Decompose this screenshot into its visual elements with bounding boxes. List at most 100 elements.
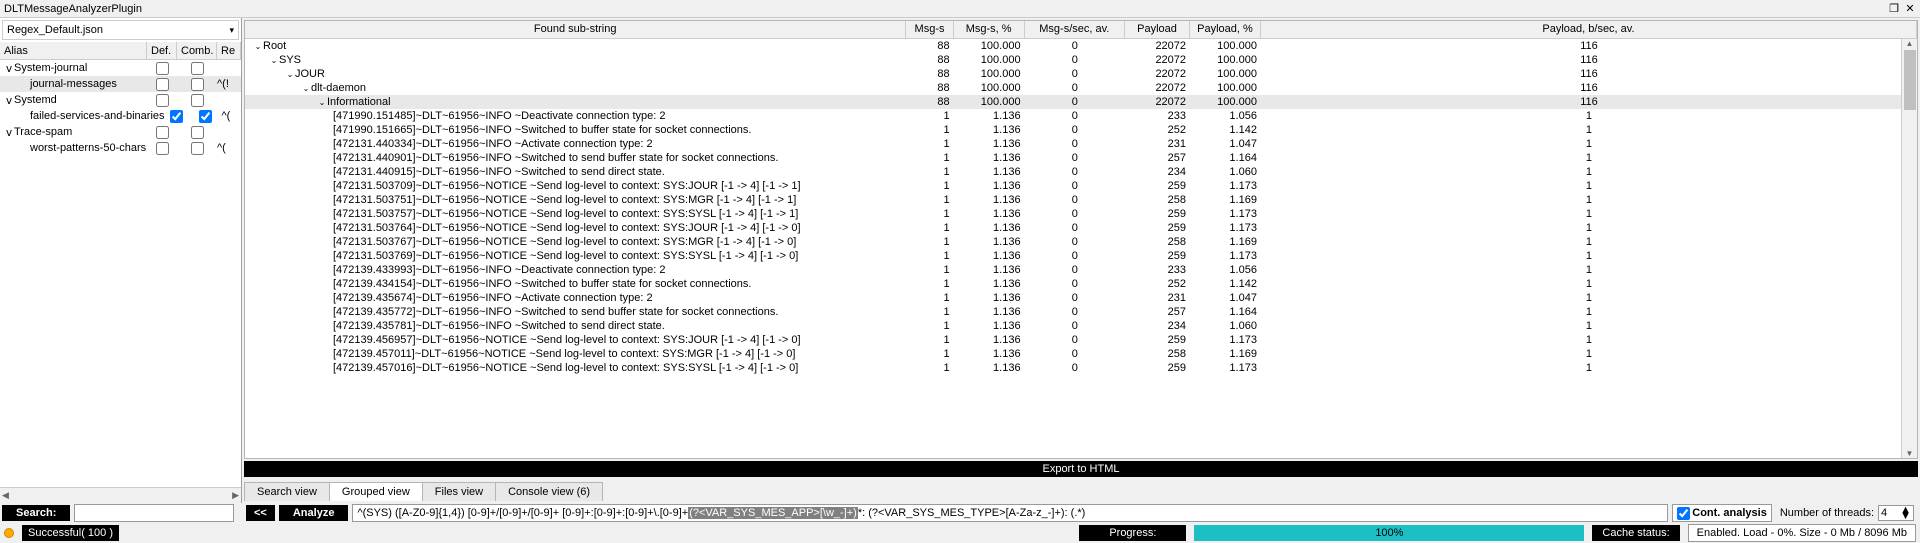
col-alias[interactable]: Alias (0, 42, 147, 59)
result-row[interactable]: ⌄SYS88100.000022072100.000116 (245, 53, 1917, 67)
result-row[interactable]: [472131.503764]~DLT~61956~NOTICE ~Send l… (245, 221, 1917, 235)
result-row[interactable]: ⌄Informational88100.000022072100.000116 (245, 95, 1917, 109)
result-row[interactable]: [472139.435781]~DLT~61956~INFO ~Switched… (245, 319, 1917, 333)
cell: 0 (1025, 39, 1125, 53)
regex-file-combo[interactable]: Regex_Default.json ▾ (2, 20, 239, 40)
comb-checkbox[interactable] (191, 142, 204, 155)
spinner-icon[interactable]: ▲▼ (1900, 507, 1911, 519)
row-toggle-icon[interactable]: ⌄ (301, 84, 311, 93)
hdr-pl[interactable]: Payload (1125, 21, 1190, 39)
tab-files-view[interactable]: Files view (422, 482, 496, 501)
col-re[interactable]: Re (217, 42, 241, 59)
cell: 1.056 (1190, 263, 1261, 277)
sub-string: [472131.503769]~DLT~61956~NOTICE ~Send l… (333, 250, 798, 262)
cell: 0 (1025, 291, 1125, 305)
row-toggle-icon[interactable]: ⌄ (285, 70, 295, 79)
cell: 1 (1261, 193, 1917, 207)
cell: 1 (906, 109, 953, 123)
cont-analysis-toggle[interactable]: Cont. analysis (1672, 504, 1772, 522)
tree-toggle-icon[interactable]: v (4, 94, 14, 107)
hdr-plp[interactable]: Payload, % (1190, 21, 1261, 39)
cell: 1 (906, 319, 953, 333)
result-grid[interactable]: Found sub-string Msg-s Msg-s, % Msg-s/se… (244, 20, 1918, 459)
cont-analysis-checkbox[interactable] (1677, 507, 1690, 520)
result-row[interactable]: [472139.456957]~DLT~61956~NOTICE ~Send l… (245, 333, 1917, 347)
cell: 259 (1125, 333, 1190, 347)
result-row[interactable]: [472131.503767]~DLT~61956~NOTICE ~Send l… (245, 235, 1917, 249)
alias-row[interactable]: worst-patterns-50-chars^( (0, 140, 241, 156)
result-row[interactable]: [471990.151665]~DLT~61956~INFO ~Switched… (245, 123, 1917, 137)
comb-checkbox[interactable] (191, 94, 204, 107)
back-button[interactable]: << (246, 505, 275, 521)
result-row[interactable]: [472139.435772]~DLT~61956~INFO ~Switched… (245, 305, 1917, 319)
result-row[interactable]: [472131.503709]~DLT~61956~NOTICE ~Send l… (245, 179, 1917, 193)
def-checkbox[interactable] (156, 126, 169, 139)
tab-grouped-view[interactable]: Grouped view (329, 482, 423, 501)
result-row[interactable]: [472131.440915]~DLT~61956~INFO ~Switched… (245, 165, 1917, 179)
alias-row[interactable]: vSystem-journal (0, 60, 241, 76)
result-row[interactable]: ⌄JOUR88100.000022072100.000116 (245, 67, 1917, 81)
alias-label: System-journal (14, 62, 87, 74)
restore-icon[interactable]: ❐ (1888, 2, 1900, 15)
result-row[interactable]: [472131.440334]~DLT~61956~INFO ~Activate… (245, 137, 1917, 151)
search-input[interactable] (74, 504, 234, 522)
comb-checkbox[interactable] (199, 110, 212, 123)
alias-row[interactable]: journal-messages^(! (0, 76, 241, 92)
close-icon[interactable]: ✕ (1904, 2, 1916, 15)
alias-row[interactable]: vSystemd (0, 92, 241, 108)
hscrollbar[interactable]: ◀▶ (0, 487, 241, 503)
col-def[interactable]: Def. (147, 42, 177, 59)
tree-toggle-icon[interactable]: v (4, 62, 14, 75)
vscrollbar[interactable]: ▲▼ (1901, 39, 1917, 458)
result-row[interactable]: [471990.151485]~DLT~61956~INFO ~Deactiva… (245, 109, 1917, 123)
result-row[interactable]: [472131.503757]~DLT~61956~NOTICE ~Send l… (245, 207, 1917, 221)
def-checkbox[interactable] (156, 62, 169, 75)
hdr-sub[interactable]: Found sub-string (245, 21, 906, 39)
result-row[interactable]: [472139.457016]~DLT~61956~NOTICE ~Send l… (245, 361, 1917, 375)
hdr-msgp[interactable]: Msg-s, % (954, 21, 1025, 39)
def-checkbox[interactable] (156, 94, 169, 107)
comb-checkbox[interactable] (191, 62, 204, 75)
regex-input[interactable]: ^(SYS) ([A-Z0-9]{1,4}) [0-9]+/[0-9]+/[0-… (352, 504, 1668, 522)
hdr-msg[interactable]: Msg-s (906, 21, 953, 39)
row-toggle-icon[interactable]: ⌄ (269, 56, 279, 65)
result-row[interactable]: [472139.435674]~DLT~61956~INFO ~Activate… (245, 291, 1917, 305)
result-row[interactable]: [472139.457011]~DLT~61956~NOTICE ~Send l… (245, 347, 1917, 361)
num-threads-stepper[interactable]: 4 ▲▼ (1878, 505, 1914, 521)
alias-label: Systemd (14, 94, 57, 106)
result-row[interactable]: [472139.433993]~DLT~61956~INFO ~Deactiva… (245, 263, 1917, 277)
cell: 1 (1261, 221, 1917, 235)
result-row[interactable]: [472131.503751]~DLT~61956~NOTICE ~Send l… (245, 193, 1917, 207)
hdr-mps[interactable]: Msg-s/sec, av. (1025, 21, 1125, 39)
col-comb[interactable]: Comb. (177, 42, 217, 59)
alias-tree[interactable]: vSystem-journaljournal-messages^(!vSyste… (0, 60, 241, 487)
tab-console-view-[interactable]: Console view (6) (495, 482, 603, 501)
analyze-button[interactable]: Analyze (279, 505, 349, 521)
row-toggle-icon[interactable]: ⌄ (317, 98, 327, 107)
cell: 1.136 (954, 123, 1025, 137)
export-to-html-button[interactable]: Export to HTML (244, 461, 1918, 477)
alias-row[interactable]: vTrace-spam (0, 124, 241, 140)
alias-row[interactable]: failed-services-and-binaries^( (0, 108, 241, 124)
comb-checkbox[interactable] (191, 78, 204, 91)
result-row[interactable]: ⌄dlt-daemon88100.000022072100.000116 (245, 81, 1917, 95)
def-checkbox[interactable] (170, 110, 183, 123)
cell: 100.000 (1190, 95, 1261, 109)
result-row[interactable]: ⌄Root88100.000022072100.000116 (245, 39, 1917, 53)
cell: 234 (1125, 319, 1190, 333)
result-row[interactable]: [472131.440901]~DLT~61956~INFO ~Switched… (245, 151, 1917, 165)
def-checkbox[interactable] (156, 142, 169, 155)
result-row[interactable]: [472139.434154]~DLT~61956~INFO ~Switched… (245, 277, 1917, 291)
cell: 1.136 (954, 221, 1025, 235)
def-checkbox[interactable] (156, 78, 169, 91)
hdr-plb[interactable]: Payload, b/sec, av. (1261, 21, 1917, 39)
cell: 1.173 (1190, 207, 1261, 221)
comb-checkbox[interactable] (191, 126, 204, 139)
result-row[interactable]: [472131.503769]~DLT~61956~NOTICE ~Send l… (245, 249, 1917, 263)
cell: 116 (1261, 39, 1917, 53)
grid-header: Found sub-string Msg-s Msg-s, % Msg-s/se… (245, 21, 1917, 39)
tree-toggle-icon[interactable]: v (4, 126, 14, 139)
row-toggle-icon[interactable]: ⌄ (253, 42, 263, 51)
tab-search-view[interactable]: Search view (244, 482, 330, 501)
cell: 0 (1025, 109, 1125, 123)
